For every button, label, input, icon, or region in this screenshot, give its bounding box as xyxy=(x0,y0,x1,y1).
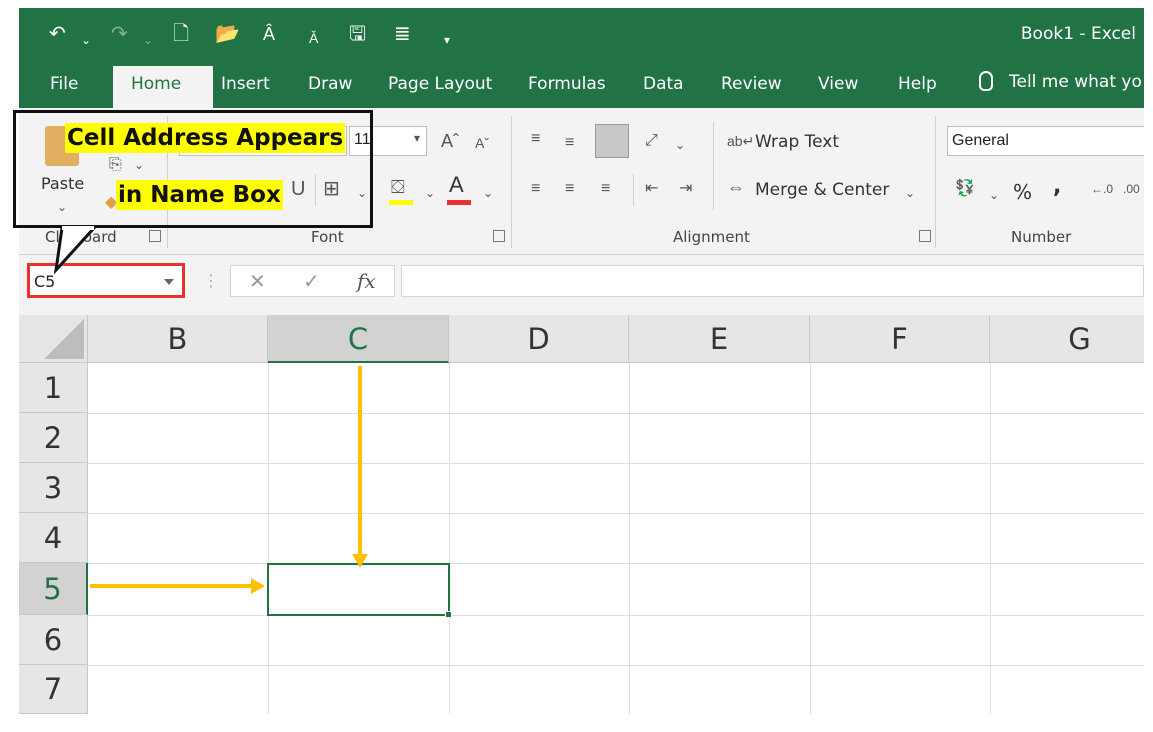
annotation-line-1: Cell Address Appears xyxy=(65,123,346,153)
callout-tail xyxy=(53,226,98,275)
callout-pointer xyxy=(53,226,98,275)
annotation-line-2: in Name Box xyxy=(116,180,283,210)
